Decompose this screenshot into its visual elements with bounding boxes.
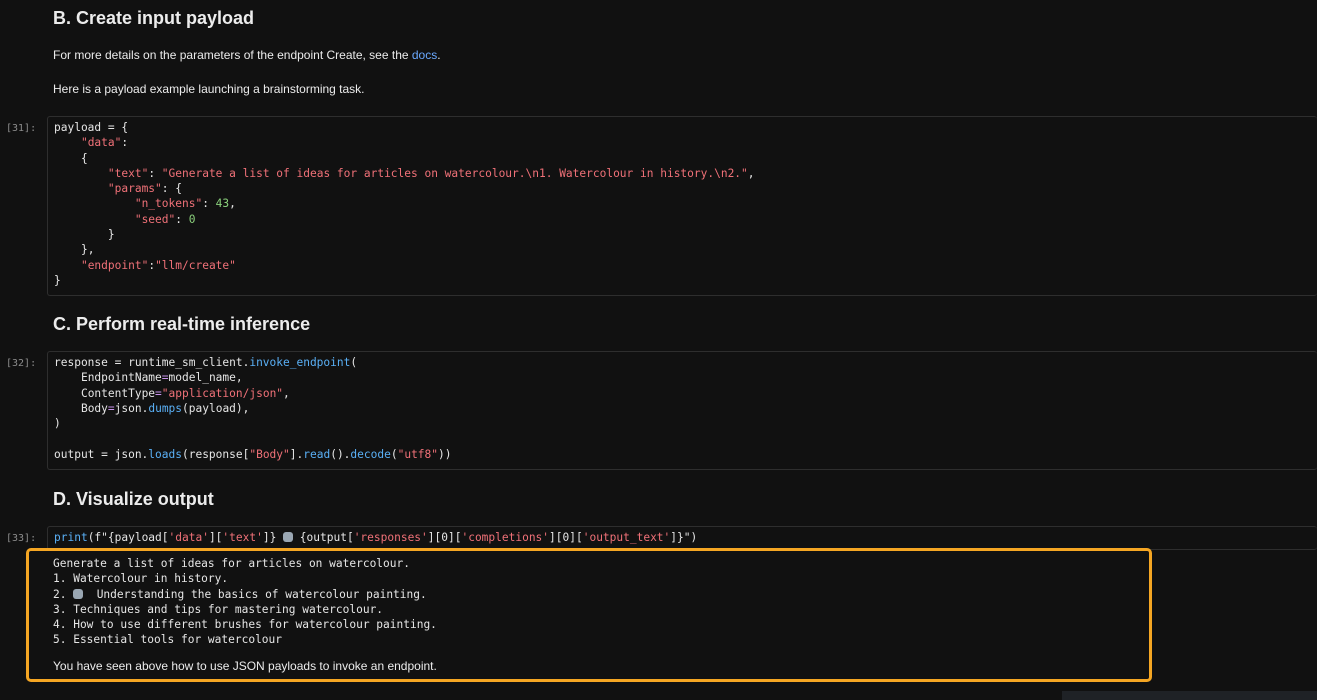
cell-prompt-32: [32]: (6, 358, 37, 369)
docs-link[interactable]: docs (412, 48, 437, 62)
code-cell-32[interactable]: response = runtime_sm_client.invoke_endp… (47, 351, 1317, 470)
code-block-32[interactable]: response = runtime_sm_client.invoke_endp… (48, 352, 1317, 462)
section-b-heading: B. Create input payload (53, 8, 255, 28)
section-c-heading: C. Perform real-time inference (53, 314, 311, 334)
code-cell-33[interactable]: print(f"{payload['data']['text']} {outpu… (47, 526, 1317, 550)
code-cell-31[interactable]: payload = { "data": { "text": "Generate … (47, 116, 1317, 296)
robot-emoji-icon (283, 532, 294, 542)
robot-emoji-icon (73, 588, 84, 599)
code-block-31[interactable]: payload = { "data": { "text": "Generate … (48, 117, 1317, 288)
section-b-para2: Here is a payload example launching a br… (53, 82, 365, 96)
summary-note: You have seen above how to use JSON payl… (53, 659, 437, 673)
status-bar-fragment (1062, 691, 1317, 700)
code-block-33[interactable]: print(f"{payload['data']['text']} {outpu… (48, 527, 1317, 545)
cell-output-33: Generate a list of ideas for articles on… (53, 557, 437, 647)
cell-prompt-33: [33]: (6, 533, 37, 544)
cell-prompt-31: [31]: (6, 123, 37, 134)
section-d-heading: D. Visualize output (53, 489, 214, 509)
section-b-para1: For more details on the parameters of th… (53, 48, 441, 62)
